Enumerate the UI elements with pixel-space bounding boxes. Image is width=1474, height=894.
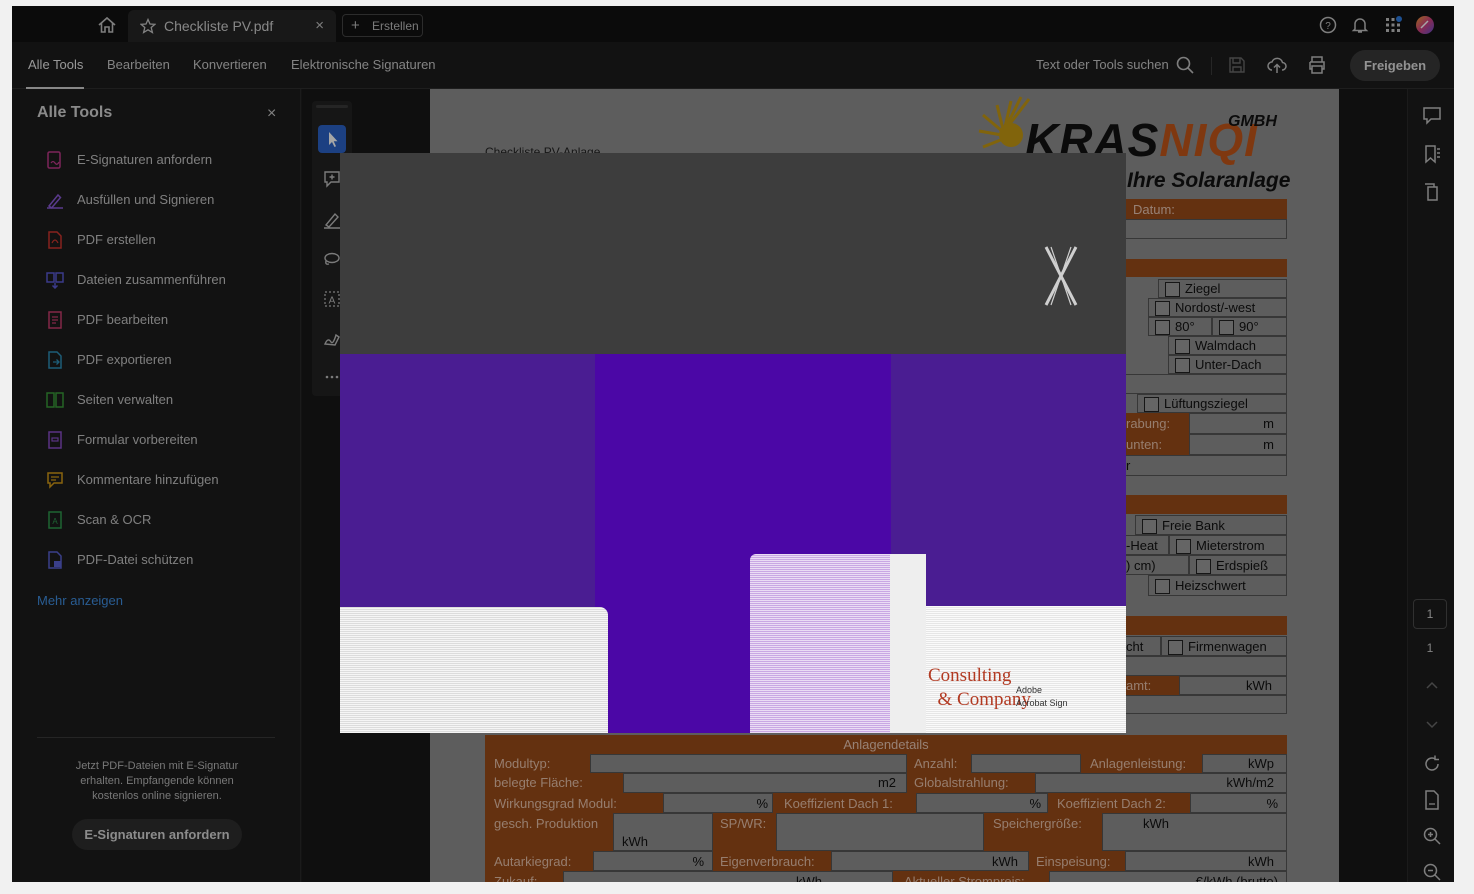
ad-banner[interactable]: Consulting & Company Adobe Acrobat Sign (340, 354, 1126, 733)
promo-modal: Consulting & Company Adobe Acrobat Sign (340, 153, 1126, 733)
ad-adobe-sign-label: Adobe Acrobat Sign (1016, 685, 1068, 708)
app-window: Checkliste PV.pdf × + Erstellen ? Alle T… (12, 6, 1454, 882)
ad-card-left (340, 607, 608, 733)
close-icon[interactable] (1043, 245, 1079, 307)
ad-card-document (750, 554, 926, 733)
